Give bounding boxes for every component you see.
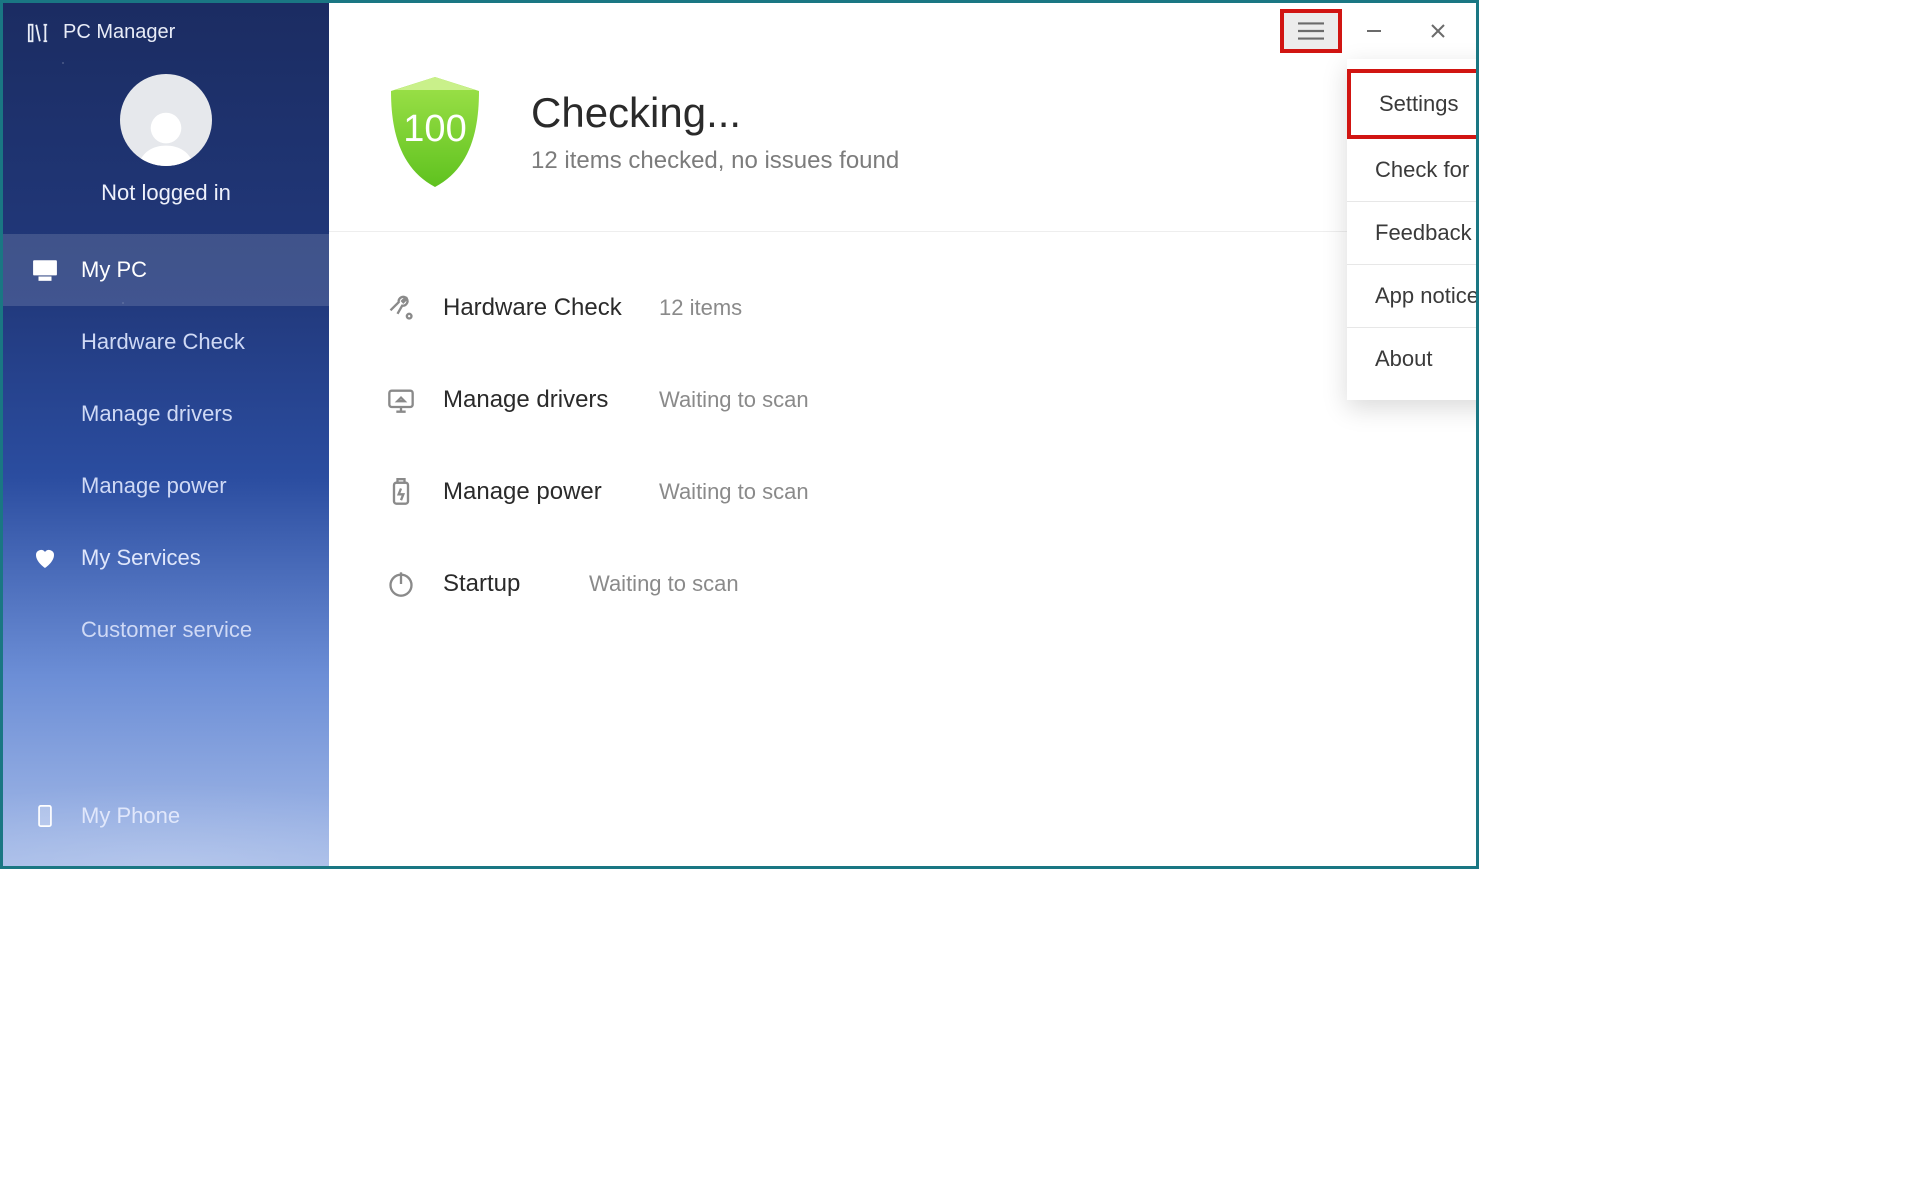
phone-icon <box>31 804 59 828</box>
sidebar-item-label: Customer service <box>81 617 252 643</box>
settings-menu: Settings Check for updates Feedback App … <box>1347 59 1479 400</box>
heart-icon <box>31 546 59 570</box>
battery-icon <box>385 476 417 508</box>
sidebar-item-label: My Phone <box>81 803 180 829</box>
sidebar-item-label: Manage power <box>81 473 227 499</box>
avatar[interactable] <box>120 74 212 166</box>
monitor-icon <box>31 258 59 282</box>
scan-score: 100 <box>385 67 485 191</box>
app-logo-icon <box>27 22 49 44</box>
shield-icon: 100 <box>385 73 485 191</box>
scan-row-status: Waiting to scan <box>589 571 739 597</box>
menu-item-app-notice[interactable]: App notice <box>1347 265 1479 328</box>
menu-item-label: App notice <box>1375 283 1479 308</box>
close-button[interactable] <box>1406 9 1470 53</box>
sidebar-nav: My PC Hardware Check Manage drivers Mana… <box>3 234 329 666</box>
tool-icon <box>385 292 417 324</box>
menu-item-label: Feedback <box>1375 220 1472 245</box>
scan-row-label: Manage power <box>443 478 633 506</box>
main-area: Settings Cancel Settings Check for updat… <box>329 3 1476 866</box>
scan-row-label: Hardware Check <box>443 294 633 322</box>
scan-subtitle: 12 items checked, no issues found <box>531 147 899 175</box>
scan-row-startup[interactable]: Startup Waiting to scan <box>385 538 1420 630</box>
menu-item-check-updates[interactable]: Check for updates <box>1347 139 1479 202</box>
power-icon <box>385 568 417 600</box>
sidebar-item-label: Hardware Check <box>81 329 245 355</box>
sidebar-item-label: My Services <box>81 545 201 571</box>
sidebar-item-label: Manage drivers <box>81 401 233 427</box>
sidebar-item-my-pc[interactable]: My PC <box>3 234 329 306</box>
scan-header-text: Checking... 12 items checked, no issues … <box>531 89 899 175</box>
sidebar-item-hardware-check[interactable]: Hardware Check <box>3 306 329 378</box>
scan-row-label: Manage drivers <box>443 386 633 414</box>
sidebar-header: PC Manager <box>3 3 329 44</box>
login-status[interactable]: Not logged in <box>3 180 329 206</box>
sidebar-item-manage-drivers[interactable]: Manage drivers <box>3 378 329 450</box>
sidebar-item-customer-service[interactable]: Customer service <box>3 594 329 666</box>
sidebar-bottom: My Phone <box>3 788 329 844</box>
window-controls <box>1280 9 1470 53</box>
menu-item-label: About <box>1375 346 1433 371</box>
menu-item-label: Settings <box>1379 91 1459 116</box>
sidebar-item-label: My PC <box>81 257 147 283</box>
menu-button[interactable] <box>1280 9 1342 53</box>
sidebar: PC Manager Not logged in My PC Hardware … <box>3 3 329 866</box>
scan-list: Hardware Check 12 items Manage drivers W… <box>329 232 1476 660</box>
app-window: PC Manager Not logged in My PC Hardware … <box>0 0 1479 869</box>
scan-title: Checking... <box>531 89 899 137</box>
menu-item-feedback[interactable]: Feedback <box>1347 202 1479 265</box>
scan-row-status: Waiting to scan <box>659 387 809 413</box>
menu-item-settings[interactable]: Settings <box>1347 69 1479 139</box>
drivers-icon <box>385 384 417 416</box>
menu-item-about[interactable]: About <box>1347 328 1479 390</box>
scan-row-status: 12 items <box>659 295 742 321</box>
sidebar-item-my-services[interactable]: My Services <box>3 522 329 594</box>
scan-row-status: Waiting to scan <box>659 479 809 505</box>
sidebar-item-manage-power[interactable]: Manage power <box>3 450 329 522</box>
scan-row-drivers[interactable]: Manage drivers Waiting to scan <box>385 354 1420 446</box>
app-title: PC Manager <box>63 21 175 44</box>
minimize-button[interactable] <box>1342 9 1406 53</box>
scan-row-label: Startup <box>443 570 563 598</box>
menu-item-label: Check for updates <box>1375 157 1479 182</box>
sidebar-item-my-phone[interactable]: My Phone <box>3 788 329 844</box>
scan-row-hardware[interactable]: Hardware Check 12 items <box>385 262 1420 354</box>
profile-section: Not logged in <box>3 74 329 206</box>
scan-row-power[interactable]: Manage power Waiting to scan <box>385 446 1420 538</box>
